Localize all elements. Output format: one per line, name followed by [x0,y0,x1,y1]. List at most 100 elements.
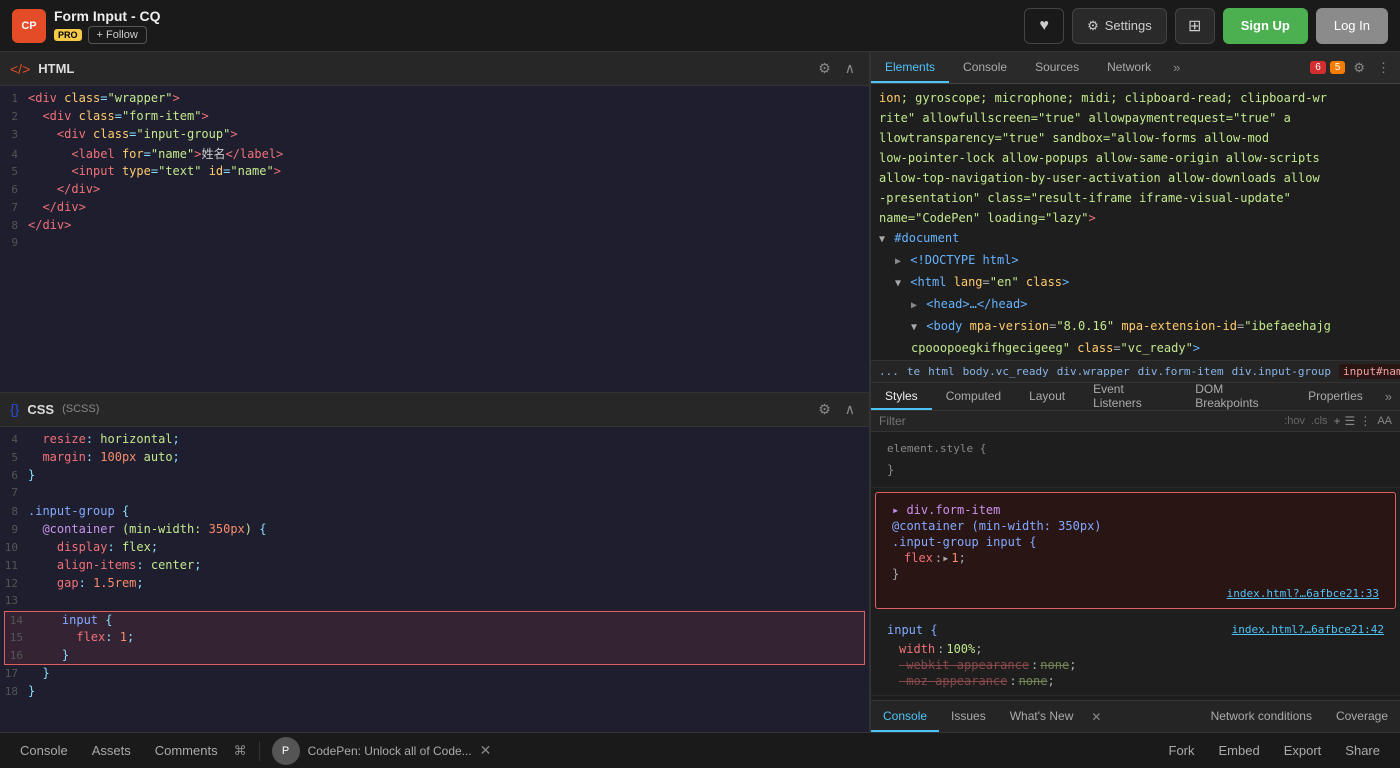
dom-tree-line[interactable]: ▼ #document [871,228,1400,250]
dom-tree-line[interactable]: -presentation" class="result-iframe ifra… [871,188,1400,208]
code-content: gap: 1.5rem; [28,576,869,590]
dom-tree-line[interactable]: ▶ <!DOCTYPE html> [871,250,1400,272]
html-code-line: 7 </div> [0,199,869,217]
breadcrumb-item[interactable]: div.input-group [1232,365,1331,378]
html-code-line: 1<div class="wrapper"> [0,90,869,108]
console-button[interactable]: Console [12,739,76,762]
styles-filter-icons: + ☰ ⋮ [1334,414,1372,428]
webkit-colon: : [1029,658,1040,672]
app-subtitle-row: PRO + Follow [54,26,161,44]
subtab-styles[interactable]: Styles [871,383,932,410]
dom-tree-line[interactable]: llowtransparency="true" sandbox="allow-f… [871,128,1400,148]
dom-tree-line[interactable]: ▼ <html lang="en" class> [871,272,1400,294]
breadcrumb-item[interactable]: input#name [1339,364,1400,379]
dom-tree-line[interactable]: ▼ <body mpa-version="8.0.16" mpa-extensi… [871,316,1400,338]
export-button[interactable]: Export [1276,739,1330,762]
dom-tree-line[interactable]: rite" allowfullscreen="true" allowpaymen… [871,108,1400,128]
dt-bottom-close[interactable]: ✕ [1085,701,1107,732]
tab-network[interactable]: Network [1093,52,1165,83]
code-content: <label for="name">姓名</label> [28,145,869,162]
subtab-more[interactable]: » [1377,383,1400,410]
devtools-settings-btn[interactable]: ⚙ [1349,58,1369,78]
css-code-line: 17 } [0,665,869,683]
pro-badge: PRO [54,29,82,41]
devtools-more-btn[interactable]: ⋮ [1373,58,1394,78]
unlock-text: CodePen: Unlock all of Code... [308,744,472,758]
css-code-line: 11 align-items: center; [0,557,869,575]
breadcrumb-item[interactable]: ... [879,365,899,378]
subtab-event-listeners[interactable]: Event Listeners [1079,383,1181,410]
css-panel: {} CSS (SCSS) ⚙ ∧ 4 resize: horizontal;5… [0,393,870,733]
css-code-line: 10 display: flex; [0,539,869,557]
css-collapse-button[interactable]: ∧ [841,399,859,420]
source-link-1[interactable]: index.html?…6afbce21:33 [1227,587,1379,600]
css-code-line: 15 flex: 1; [4,629,865,647]
dom-tree[interactable]: ion; gyroscope; microphone; midi; clipbo… [871,84,1400,360]
flex-prop: flex [904,551,933,565]
breadcrumb-item[interactable]: div.form-item [1138,365,1224,378]
main-area: </> HTML ⚙ ∧ 1<div class="wrapper">2 <di… [0,52,1400,732]
source-link-2[interactable]: index.html?…6afbce21:42 [1232,623,1384,637]
layout-button[interactable]: ⊞ [1175,8,1215,44]
share-button[interactable]: Share [1337,739,1388,762]
line-number: 2 [0,110,28,123]
tab-sources[interactable]: Sources [1021,52,1093,83]
css-code-line: 6} [0,467,869,485]
dom-tree-line[interactable]: allow-top-navigation-by-user-activation … [871,168,1400,188]
line-number: 17 [0,667,28,680]
subtab-layout[interactable]: Layout [1015,383,1079,410]
css-code-line: 8.input-group { [0,503,869,521]
html-settings-button[interactable]: ⚙ [814,58,835,79]
login-button[interactable]: Log In [1316,8,1388,44]
close-notify-button[interactable]: ✕ [480,742,492,759]
tab-more[interactable]: » [1165,52,1188,83]
moz-prop: -moz-appearance [899,674,1007,688]
line-number: 7 [0,486,28,499]
new-rule-btn[interactable]: ☰ [1345,414,1356,428]
html-collapse-button[interactable]: ∧ [841,58,859,79]
dt-bottom-issues[interactable]: Issues [939,701,998,732]
input-block-header: input { index.html?…6afbce21:42 [879,619,1392,641]
dom-tree-line[interactable]: ▶ <head>…</head> [871,294,1400,316]
dom-tree-line[interactable]: ion; gyroscope; microphone; midi; clipbo… [871,88,1400,108]
width-semi: ; [975,642,982,656]
dt-bottom-network-conditions[interactable]: Network conditions [1199,701,1324,732]
code-content: </div> [28,218,869,232]
dom-tree-line[interactable]: name="CodePen" loading="lazy"> [871,208,1400,228]
add-style-btn[interactable]: + [1334,414,1341,428]
styles-filter-input[interactable] [879,414,1278,428]
font-size-btn[interactable]: AA [1377,415,1392,427]
settings-button[interactable]: ⚙ Settings [1072,8,1167,44]
line-number: 5 [0,451,28,464]
tab-console[interactable]: Console [949,52,1021,83]
more-actions-btn[interactable]: ⋮ [1359,414,1371,428]
comments-button[interactable]: Comments [147,739,226,762]
dt-bottom-console[interactable]: Console [871,701,939,732]
dom-tree-line[interactable]: low-pointer-lock allow-popups allow-same… [871,148,1400,168]
dt-bottom-whats-new[interactable]: What's New [998,701,1086,732]
subtab-properties[interactable]: Properties [1294,383,1377,410]
signup-button[interactable]: Sign Up [1223,8,1308,44]
subtab-computed[interactable]: Computed [932,383,1015,410]
subtab-dom-breakpoints[interactable]: DOM Breakpoints [1181,383,1294,410]
embed-button[interactable]: Embed [1211,739,1268,762]
dom-tree-line[interactable]: cpooopoegkifhgecigeeg" class="vc_ready"> [871,338,1400,358]
css-settings-button[interactable]: ⚙ [814,399,835,420]
css-code-area[interactable]: 4 resize: horizontal;5 margin: 100px aut… [0,427,869,733]
breadcrumb-item[interactable]: div.wrapper [1057,365,1130,378]
html-code-area[interactable]: 1<div class="wrapper">2 <div class="form… [0,86,869,392]
line-number: 6 [0,183,28,196]
assets-button[interactable]: Assets [84,739,139,762]
breadcrumb-item[interactable]: body.vc_ready [963,365,1049,378]
follow-button[interactable]: + Follow [88,26,147,44]
element-style-close: } [879,463,1392,481]
dt-bottom-coverage[interactable]: Coverage [1324,701,1400,732]
heart-button[interactable]: ♥ [1024,8,1064,44]
breadcrumb-item[interactable]: html [928,365,955,378]
tab-elements[interactable]: Elements [871,52,949,83]
breadcrumb-item[interactable]: te [907,365,920,378]
fork-button[interactable]: Fork [1161,739,1203,762]
html-code-line: 3 <div class="input-group"> [0,126,869,144]
line-number: 13 [0,594,28,607]
code-content: <div class="input-group"> [28,127,869,141]
